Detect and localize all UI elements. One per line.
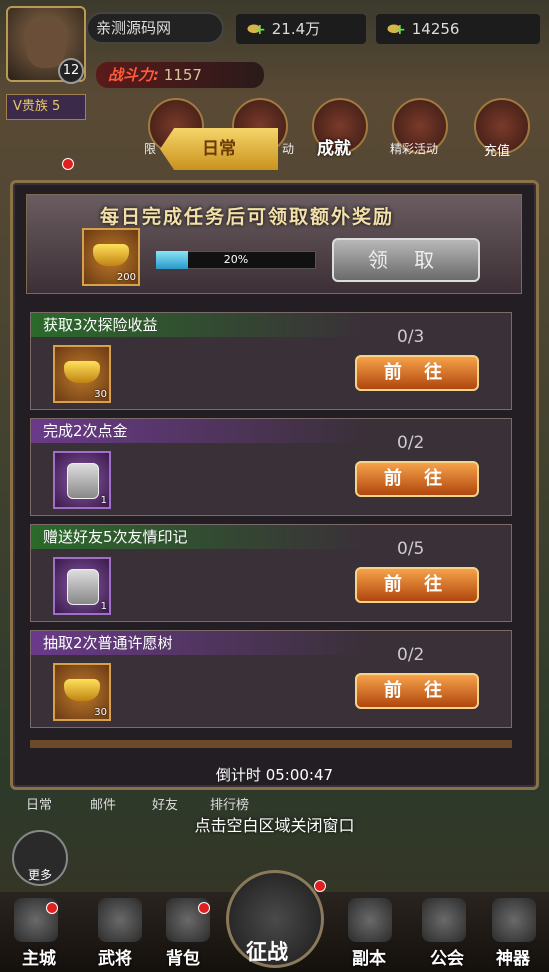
task-progress: 0/2 [397, 433, 425, 453]
silver-token-icon [67, 569, 99, 605]
add-silver-icon[interactable]: + [254, 22, 266, 38]
nav-generals[interactable]: 武将 [98, 944, 132, 969]
nav-bag[interactable]: 背包 [166, 944, 200, 969]
task-reward-item[interactable]: 1 [53, 451, 111, 509]
claim-button[interactable]: 领 取 [332, 238, 480, 282]
add-gold-icon[interactable]: + [394, 22, 406, 38]
top-icon-label-1: 限 [144, 142, 157, 156]
task-card: 完成2次点金 1 0/2 前 往 [30, 418, 512, 516]
task-reward-item[interactable]: 1 [53, 557, 111, 615]
countdown-timer: 倒计时 05:00:47 [215, 766, 334, 784]
avatar-face [26, 18, 66, 68]
go-button[interactable]: 前 往 [355, 355, 479, 391]
go-button[interactable]: 前 往 [355, 461, 479, 497]
notification-dot [62, 158, 74, 170]
progress-text: 20% [223, 253, 249, 266]
gold-ingot-icon [93, 244, 129, 266]
combat-power: 战斗力: 1157 [96, 62, 264, 88]
vip-badge[interactable]: V贵族 5 [6, 94, 86, 120]
go-button[interactable]: 前 往 [355, 567, 479, 603]
player-name: 亲测源码网 [86, 12, 224, 44]
tab-achievement[interactable]: 成就 [296, 132, 372, 166]
nav-battle[interactable]: 征战 [246, 936, 288, 966]
guild-icon[interactable] [422, 898, 466, 942]
task-card: 赠送好友5次友情印记 1 0/5 前 往 [30, 524, 512, 622]
task-reward-item[interactable]: 30 [53, 345, 111, 403]
generals-icon[interactable] [98, 898, 142, 942]
artifact-icon[interactable] [492, 898, 536, 942]
close-hint: 点击空白区域关闭窗口 [194, 816, 355, 835]
task-reward-item[interactable]: 30 [53, 663, 111, 721]
task-progress: 0/3 [397, 327, 425, 347]
sublink-daily[interactable]: 日常 [26, 794, 52, 813]
notification-dot [46, 902, 58, 914]
task-title: 获取3次探险收益 [31, 313, 511, 337]
task-title: 抽取2次普通许愿树 [31, 631, 511, 655]
tab-daily[interactable]: 日常 [160, 128, 278, 170]
banner-title: 每日完成任务后可领取额外奖励 [100, 206, 395, 228]
nav-artifact[interactable]: 神器 [496, 944, 530, 969]
gold-value: 14256 [411, 20, 460, 38]
task-title: 赠送好友5次友情印记 [31, 525, 511, 549]
top-icon-label-5: 充值 [484, 144, 511, 159]
notification-dot [314, 880, 326, 892]
dungeon-icon[interactable] [348, 898, 392, 942]
power-value: 1157 [163, 66, 202, 84]
item-count: 1 [100, 601, 107, 612]
bonus-reward-item[interactable]: 200 [82, 228, 140, 286]
gold-ingot-icon [64, 361, 100, 383]
silver-value: 21.4万 [271, 20, 321, 38]
item-count: 1 [100, 495, 107, 506]
task-card: 获取3次探险收益 30 0/3 前 往 [30, 312, 512, 410]
task-title: 完成2次点金 [31, 419, 511, 443]
task-progress: 0/2 [397, 645, 425, 665]
more-button[interactable]: 更多 [12, 830, 68, 886]
power-label: 战斗力: [108, 66, 159, 84]
reward-count: 200 [116, 272, 136, 283]
player-level-badge: 12 [58, 58, 84, 84]
nav-dungeon[interactable]: 副本 [352, 944, 386, 969]
sublink-mail[interactable]: 邮件 [90, 794, 116, 813]
top-icon-label-3: 动 [282, 142, 295, 156]
item-count: 30 [94, 707, 107, 718]
go-button[interactable]: 前 往 [355, 673, 479, 709]
task-progress: 0/5 [397, 539, 425, 559]
gold-ingot-icon [64, 679, 100, 701]
nav-city[interactable]: 主城 [22, 944, 56, 969]
notification-dot [198, 902, 210, 914]
top-icon-label-4: 精彩活动 [390, 142, 439, 156]
task-card: 抽取2次普通许愿树 30 0/2 前 往 [30, 630, 512, 728]
silver-token-icon [67, 463, 99, 499]
item-count: 30 [94, 389, 107, 400]
silver-resource: ⬬+ 21.4万 [236, 14, 366, 44]
nav-guild[interactable]: 公会 [430, 944, 464, 969]
task-list-scroll-edge [30, 740, 512, 748]
sublink-friends[interactable]: 好友 [152, 794, 178, 813]
gold-resource: ⬬+ 14256 [376, 14, 540, 44]
sublink-ranking[interactable]: 排行榜 [210, 794, 249, 813]
